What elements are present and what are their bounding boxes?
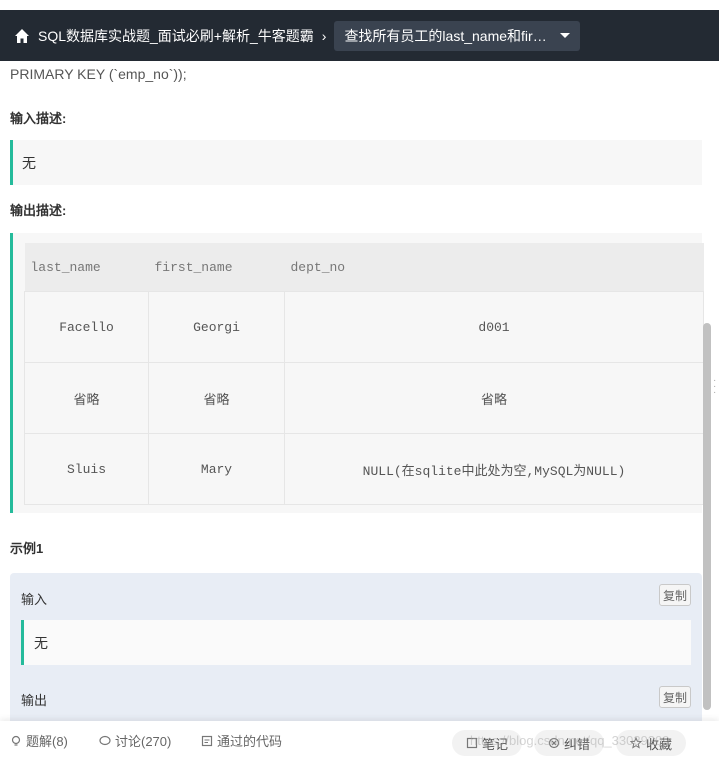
code-icon: [201, 735, 213, 746]
watermark-text: https://blog.csdn.net/qq_33039209: [470, 733, 670, 748]
breadcrumb-home-link[interactable]: SQL数据库实战题_面试必刷+解析_牛客题霸: [38, 26, 314, 46]
solutions-tab[interactable]: 题解(8): [10, 731, 68, 750]
table-cell: d001: [284, 291, 704, 363]
example-input-value: 无: [34, 635, 48, 651]
example-input-label: 输入: [21, 592, 48, 607]
table-row: Sluis Mary NULL(在sqlite中此处为空,MySQL为NULL): [24, 433, 704, 505]
table-header-first-name: first_name: [148, 243, 285, 292]
copy-output-button[interactable]: 复制: [659, 686, 691, 708]
table-cell: Mary: [148, 433, 285, 505]
output-table: last_name first_name dept_no Facello Geo…: [24, 243, 704, 505]
discuss-tab[interactable]: 讨论(270): [99, 731, 171, 750]
passed-code-tab[interactable]: 通过的代码: [201, 731, 282, 750]
output-description-heading: 输出描述:: [10, 203, 67, 218]
discuss-label: 讨论(270): [115, 734, 172, 749]
passed-code-label: 通过的代码: [217, 734, 283, 749]
caret-down-icon: [560, 33, 571, 38]
example-panel: 输入 复制 无 输出 复制: [10, 573, 702, 721]
question-selector-dropdown[interactable]: 查找所有员工的last_name和first_name以及对应部门编号dept_…: [334, 20, 581, 51]
table-cell: Sluis: [24, 433, 149, 505]
table-header-dept-no: dept_no: [284, 243, 704, 292]
example-heading: 示例1: [10, 541, 44, 556]
table-cell: NULL(在sqlite中此处为空,MySQL为NULL): [284, 433, 704, 505]
table-header-last-name: last_name: [24, 243, 149, 292]
resize-grip-icon[interactable]: · · ·: [713, 376, 716, 398]
chevron-right-icon: ›: [321, 27, 327, 44]
input-description-value: 无: [22, 155, 36, 171]
table-row: Facello Georgi d001: [24, 291, 704, 363]
table-cell: Facello: [24, 291, 149, 363]
problem-content: PRIMARY KEY (`emp_no`)); 输入描述: 无 输出描述: l…: [0, 61, 719, 721]
table-cell: 省略: [284, 362, 704, 434]
current-question-title: 查找所有员工的last_name和first_name以及对应部门编号dept_…: [344, 27, 552, 44]
scrollbar-thumb[interactable]: [703, 323, 711, 710]
copy-input-button[interactable]: 复制: [659, 584, 691, 606]
table-cell: 省略: [24, 362, 149, 434]
table-cell: 省略: [148, 362, 285, 434]
output-description-box: last_name first_name dept_no Facello Geo…: [10, 233, 704, 513]
schema-text: PRIMARY KEY (`emp_no`));: [10, 66, 187, 82]
example-input-box: 无: [21, 620, 691, 665]
home-icon[interactable]: [14, 28, 30, 44]
example-output-label: 输出: [21, 693, 48, 708]
bulb-icon: [11, 735, 21, 746]
chat-icon: [99, 735, 111, 745]
table-cell: Georgi: [148, 291, 285, 363]
input-description-heading: 输入描述:: [10, 111, 67, 126]
table-row: 省略 省略 省略: [24, 362, 704, 434]
input-description-box: 无: [10, 140, 702, 185]
bottom-toolbar: 题解(8) 讨论(270) 通过的代码 笔记 纠错 收藏 https://blo…: [0, 721, 719, 758]
top-navigation-bar: SQL数据库实战题_面试必刷+解析_牛客题霸 › 查找所有员工的last_nam…: [0, 10, 719, 61]
solutions-label: 题解(8): [26, 734, 68, 749]
